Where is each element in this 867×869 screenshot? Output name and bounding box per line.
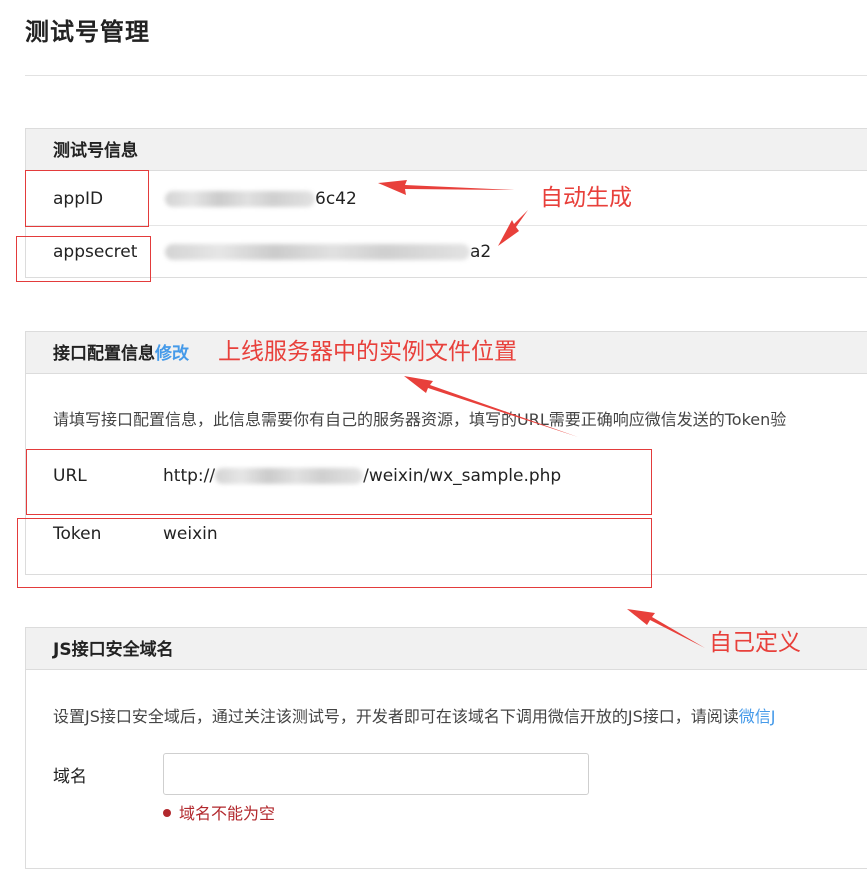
arrow-to-appid <box>378 180 515 195</box>
arrow-to-token <box>627 609 705 648</box>
arrow-to-appsecret <box>498 210 528 246</box>
annotation-arrows <box>378 180 705 648</box>
arrow-to-server-file <box>404 376 578 437</box>
annotation-auto-generate: 自动生成 <box>540 185 632 211</box>
annotation-self-defined: 自己定义 <box>709 630 801 656</box>
annotation-server-location: 上线服务器中的实例文件位置 <box>218 339 517 365</box>
